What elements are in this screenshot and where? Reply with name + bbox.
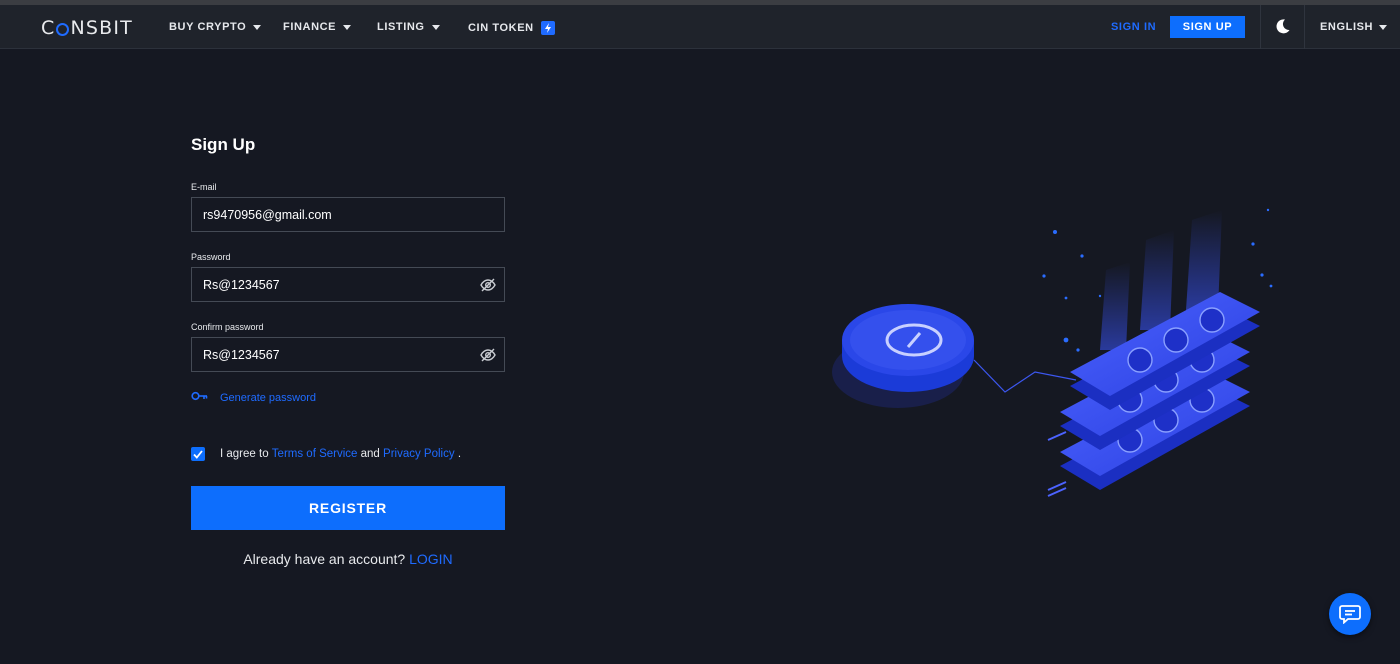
nav-finance-label: FINANCE	[283, 21, 337, 33]
agree-suffix: .	[457, 448, 462, 460]
navbar: C NSBIT BUY CRYPTO FINANCE LISTING CIN T…	[0, 5, 1400, 49]
confirm-password-value: Rs@1234567	[203, 347, 280, 362]
nav-listing[interactable]: LISTING	[377, 21, 440, 33]
signup-form: Sign Up E-mail rs9470956@gmail.com Passw…	[191, 130, 505, 567]
sign-up-button[interactable]: SIGN UP	[1170, 16, 1245, 38]
logo-o-icon	[56, 22, 70, 36]
page-title: Sign Up	[191, 135, 256, 154]
email-field[interactable]: rs9470956@gmail.com	[191, 197, 505, 232]
agree-checkbox[interactable]	[191, 447, 205, 461]
logo-c: C	[41, 17, 56, 39]
mining-rig-illustration	[830, 200, 1290, 540]
confirm-password-field[interactable]: Rs@1234567	[191, 337, 505, 372]
email-value: rs9470956@gmail.com	[203, 207, 332, 222]
login-prompt-text: Already have an account?	[243, 551, 406, 567]
chevron-down-icon	[253, 24, 262, 30]
key-icon	[191, 391, 208, 404]
password-label: Password	[191, 252, 231, 262]
language-select[interactable]: ENGLISH	[1320, 21, 1388, 33]
eye-slash-icon[interactable]	[480, 277, 496, 293]
logo[interactable]: C NSBIT	[41, 17, 133, 39]
nav-cin-token[interactable]: CIN TOKEN	[468, 21, 555, 35]
register-button[interactable]: REGISTER	[191, 486, 505, 530]
privacy-link[interactable]: Privacy Policy	[383, 448, 455, 460]
login-link[interactable]: LOGIN	[409, 551, 453, 567]
logo-text: NSBIT	[70, 17, 133, 39]
generate-password-link[interactable]: Generate password	[191, 391, 316, 404]
terms-link[interactable]: Terms of Service	[272, 448, 358, 460]
generate-password-label: Generate password	[220, 391, 316, 404]
email-label: E-mail	[191, 182, 217, 192]
terms-agreement: I agree to Terms of Service and Privacy …	[191, 447, 461, 461]
nav-buy-crypto-label: BUY CRYPTO	[169, 21, 247, 33]
nav-cin-token-label: CIN TOKEN	[468, 22, 534, 34]
divider	[1304, 5, 1305, 49]
chevron-down-icon	[1379, 24, 1388, 30]
password-value: Rs@1234567	[203, 277, 280, 292]
language-label: ENGLISH	[1320, 21, 1374, 33]
chevron-down-icon	[431, 24, 440, 30]
confirm-password-label: Confirm password	[191, 322, 264, 332]
agree-prefix: I agree to	[220, 448, 269, 460]
agree-and: and	[360, 448, 380, 460]
password-field[interactable]: Rs@1234567	[191, 267, 505, 302]
eye-slash-icon[interactable]	[480, 347, 496, 363]
divider	[1260, 5, 1261, 49]
chat-icon[interactable]	[1329, 593, 1371, 635]
nav-finance[interactable]: FINANCE	[283, 21, 352, 33]
sign-in-link[interactable]: SIGN IN	[1111, 21, 1156, 33]
nav-listing-label: LISTING	[377, 21, 425, 33]
login-prompt: Already have an account? LOGIN	[191, 551, 505, 567]
moon-icon[interactable]	[1274, 18, 1291, 35]
chevron-down-icon	[343, 24, 352, 30]
bolt-icon	[540, 21, 555, 35]
nav-buy-crypto[interactable]: BUY CRYPTO	[169, 21, 262, 33]
